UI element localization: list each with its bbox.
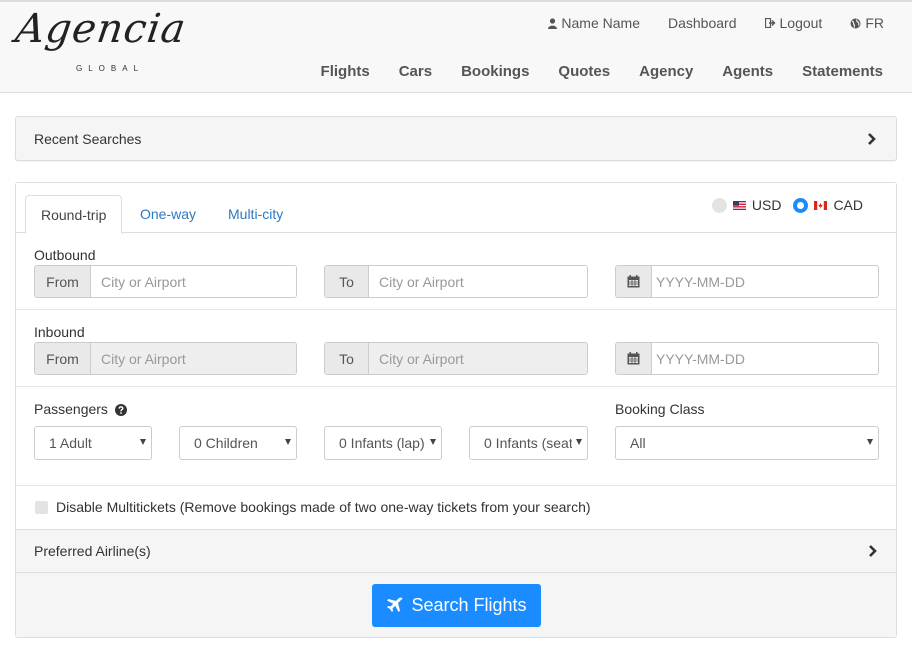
preferred-airlines-label: Preferred Airline(s) xyxy=(34,543,151,559)
outbound-date-group: YYYY-MM-DD xyxy=(615,265,879,298)
flight-search-card: Round-trip One-way Multi-city USD CAD Ou… xyxy=(15,182,897,638)
preferred-airlines-panel[interactable]: Preferred Airline(s) xyxy=(16,529,896,573)
main-nav: Flights Cars Bookings Quotes Agency Agen… xyxy=(321,63,883,80)
disable-multitickets-label[interactable]: Disable Multitickets (Remove bookings ma… xyxy=(56,499,591,515)
nav-bookings[interactable]: Bookings xyxy=(461,63,529,80)
outbound-label: Outbound xyxy=(34,247,96,263)
outbound-from-input[interactable]: City or Airport xyxy=(91,266,296,297)
logo-script-text: Agencia xyxy=(12,6,190,52)
user-name: Name Name xyxy=(561,15,640,31)
outbound-to-group: To City or Airport xyxy=(324,265,588,298)
nav-quotes[interactable]: Quotes xyxy=(558,63,610,80)
adults-select[interactable]: 1 Adult xyxy=(34,426,152,460)
inbound-section: Inbound From City or Airport To City or … xyxy=(16,310,896,387)
recent-searches-panel[interactable]: Recent Searches xyxy=(15,116,897,161)
outbound-to-addon: To xyxy=(325,266,369,297)
plane-icon xyxy=(387,597,403,612)
inbound-to-input[interactable]: City or Airport xyxy=(369,343,587,374)
inbound-from-input[interactable]: City or Airport xyxy=(91,343,296,374)
inbound-from-group: From City or Airport xyxy=(34,342,297,375)
outbound-from-group: From City or Airport xyxy=(34,265,297,298)
booking-class-label: Booking Class xyxy=(615,401,705,417)
search-flights-button[interactable]: Search Flights xyxy=(372,584,541,627)
chevron-right-icon xyxy=(869,545,877,557)
cad-label: CAD xyxy=(833,197,863,213)
caret-down-icon xyxy=(285,439,291,445)
logo-subtitle: GLOBAL xyxy=(76,64,145,73)
nav-agency[interactable]: Agency xyxy=(639,63,693,80)
agencia-logo[interactable]: Agencia GLOBAL xyxy=(13,6,189,86)
dashboard-link[interactable]: Dashboard xyxy=(668,15,737,31)
infants-seat-value: 0 Infants (seat) xyxy=(484,435,572,451)
outbound-section: Outbound From City or Airport To City or… xyxy=(16,234,896,310)
calendar-icon xyxy=(627,352,640,365)
currency-cad-option[interactable]: CAD xyxy=(793,197,863,213)
children-value: 0 Children xyxy=(194,435,258,451)
logout-link[interactable]: Logout xyxy=(764,15,823,31)
usd-radio[interactable] xyxy=(711,197,727,213)
inbound-to-addon: To xyxy=(325,343,369,374)
outbound-to-input[interactable]: City or Airport xyxy=(369,266,587,297)
nav-agents[interactable]: Agents xyxy=(722,63,773,80)
nav-cars[interactable]: Cars xyxy=(399,63,432,80)
question-circle-icon[interactable] xyxy=(114,404,127,416)
recent-searches-label: Recent Searches xyxy=(34,130,142,147)
passengers-label: Passengers xyxy=(34,401,108,417)
search-footer: Search Flights xyxy=(16,573,896,637)
passengers-section: Passengers 1 Adult 0 Children 0 Infants … xyxy=(16,387,896,486)
usd-label: USD xyxy=(751,197,782,213)
us-flag-icon xyxy=(732,200,746,210)
infants-seat-select[interactable]: 0 Infants (seat) xyxy=(469,426,588,460)
inbound-date-group: YYYY-MM-DD xyxy=(615,342,879,375)
disable-multitickets-checkbox[interactable] xyxy=(35,501,48,514)
tab-one-way[interactable]: One-way xyxy=(125,195,211,234)
caret-down-icon xyxy=(140,439,146,445)
children-select[interactable]: 0 Children xyxy=(179,426,297,460)
nav-statements[interactable]: Statements xyxy=(802,63,883,80)
chevron-right-icon xyxy=(868,133,876,145)
outbound-from-addon: From xyxy=(35,266,91,297)
booking-class-value: All xyxy=(630,435,646,451)
nav-flights[interactable]: Flights xyxy=(321,63,370,80)
currency-usd-option[interactable]: USD xyxy=(711,197,782,213)
tab-round-trip[interactable]: Round-trip xyxy=(25,195,123,234)
cad-radio[interactable] xyxy=(793,197,809,213)
site-header: Agencia GLOBAL Name Name Dashboard Logou… xyxy=(0,0,912,93)
logout-label: Logout xyxy=(779,15,823,31)
language-label: FR xyxy=(865,15,884,31)
globe-icon xyxy=(850,18,861,28)
adults-value: 1 Adult xyxy=(49,435,92,451)
inbound-date-input[interactable]: YYYY-MM-DD xyxy=(652,343,878,374)
language-link[interactable]: FR xyxy=(850,15,884,31)
tab-multi-city[interactable]: Multi-city xyxy=(213,195,298,234)
inbound-from-addon: From xyxy=(35,343,91,374)
canada-flag-icon xyxy=(814,200,828,210)
outbound-calendar-addon[interactable] xyxy=(616,266,652,297)
sign-out-icon xyxy=(764,18,775,28)
inbound-label: Inbound xyxy=(34,324,85,340)
inbound-to-group: To City or Airport xyxy=(324,342,588,375)
search-flights-label: Search Flights xyxy=(411,595,527,615)
user-icon xyxy=(548,17,558,29)
inbound-calendar-addon[interactable] xyxy=(616,343,652,374)
caret-down-icon xyxy=(576,439,582,445)
top-links: Name Name Dashboard Logout FR xyxy=(548,15,884,31)
passengers-label-wrap: Passengers xyxy=(34,401,127,417)
calendar-icon xyxy=(627,275,640,288)
user-link[interactable]: Name Name xyxy=(548,15,640,31)
infants-lap-select[interactable]: 0 Infants (lap) xyxy=(324,426,442,460)
caret-down-icon xyxy=(430,439,436,445)
dashboard-label: Dashboard xyxy=(668,15,737,31)
outbound-date-input[interactable]: YYYY-MM-DD xyxy=(652,266,878,297)
caret-down-icon xyxy=(867,439,873,445)
booking-class-select[interactable]: All xyxy=(615,426,879,460)
trip-type-tabs: Round-trip One-way Multi-city USD CAD xyxy=(16,183,896,234)
infants-lap-value: 0 Infants (lap) xyxy=(339,435,425,451)
currency-selector: USD CAD xyxy=(711,197,863,213)
